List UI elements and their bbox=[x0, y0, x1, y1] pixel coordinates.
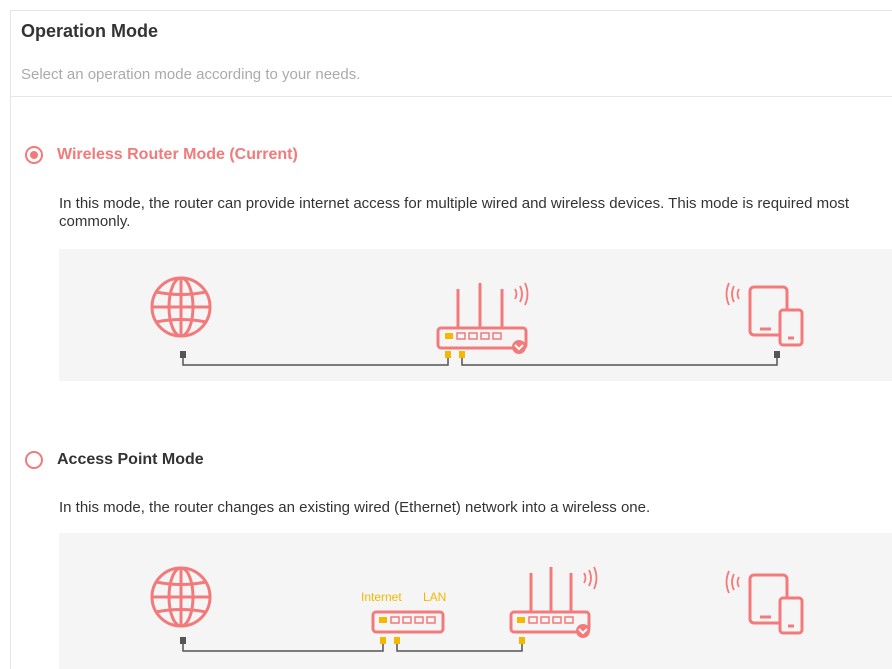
device-port bbox=[774, 351, 780, 358]
access-point-mode-label: Access Point Mode bbox=[57, 451, 204, 468]
wireless-router-diagram bbox=[59, 249, 892, 381]
wireless-router-mode-label: Wireless Router Mode (Current) bbox=[57, 146, 298, 163]
router-wan-port bbox=[445, 351, 451, 358]
switch-internet-port bbox=[380, 637, 386, 644]
globe-icon bbox=[150, 566, 212, 628]
router-badge-icon bbox=[512, 340, 526, 354]
access-point-mode-description: In this mode, the router changes an exis… bbox=[59, 499, 651, 516]
globe-icon bbox=[150, 276, 212, 338]
router-lan-port bbox=[459, 351, 465, 358]
lan-port-label: LAN bbox=[423, 590, 446, 604]
page-title: Operation Mode bbox=[21, 21, 159, 41]
divider bbox=[11, 96, 892, 97]
switch-lan-port bbox=[394, 637, 400, 644]
wifi-signal-icon bbox=[514, 282, 529, 306]
internet-port-label: Internet bbox=[361, 590, 402, 604]
operation-mode-page: Operation Mode Select an operation mode … bbox=[10, 10, 892, 669]
wireless-router-mode-option[interactable]: Wireless Router Mode (Current) bbox=[25, 146, 298, 164]
tablet-phone-icon bbox=[748, 573, 804, 635]
globe-port bbox=[180, 351, 186, 358]
wireless-router-mode-description: In this mode, the router can provide int… bbox=[59, 195, 850, 230]
wireless-router-diagram-svg bbox=[150, 276, 804, 366]
access-point-diagram-svg: Internet LAN bbox=[150, 566, 804, 652]
cable-lines bbox=[182, 641, 523, 652]
router-badge-icon bbox=[576, 624, 590, 638]
wifi-signal-icon bbox=[583, 566, 598, 590]
access-point-mode-radio[interactable] bbox=[25, 451, 43, 469]
cable-lines bbox=[182, 355, 778, 366]
page-subtitle: Select an operation mode according to yo… bbox=[21, 66, 361, 83]
router-ports bbox=[445, 333, 453, 339]
wireless-router-mode-radio[interactable] bbox=[25, 146, 43, 164]
tablet-phone-icon bbox=[748, 285, 804, 347]
access-point-diagram: Internet LAN bbox=[59, 533, 892, 669]
wifi-signal-device-icon bbox=[725, 570, 740, 594]
wifi-signal-device-icon bbox=[725, 282, 740, 306]
router-wan-port bbox=[519, 637, 525, 644]
access-point-mode-option[interactable]: Access Point Mode bbox=[25, 451, 204, 469]
